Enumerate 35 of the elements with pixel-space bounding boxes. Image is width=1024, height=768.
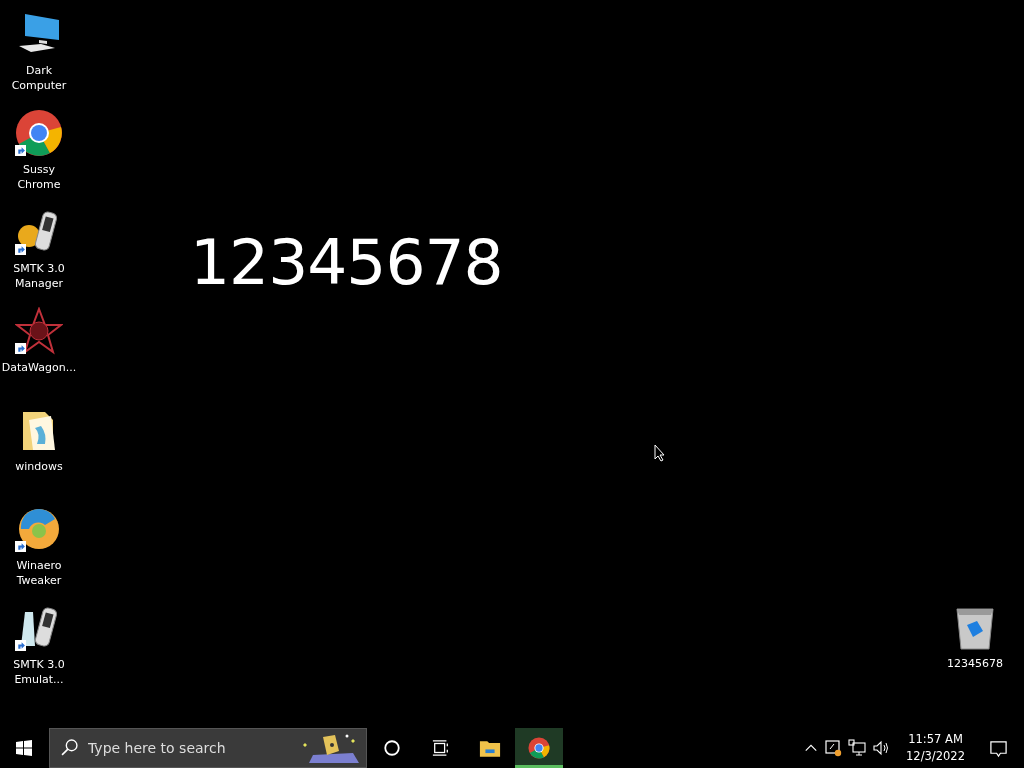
desktop-icon[interactable]: 12345678 xyxy=(936,603,1014,671)
monitor-badge-icon[interactable] xyxy=(824,739,843,757)
mouse-cursor-icon xyxy=(654,444,666,462)
desktop-icon[interactable]: SMTK 3.0 Manager xyxy=(0,208,78,307)
network-icon[interactable] xyxy=(848,739,867,757)
star-emblem-icon xyxy=(15,307,63,355)
notification-icon[interactable] xyxy=(989,738,1008,758)
desktop-icon[interactable]: Winaero Tweaker xyxy=(0,505,78,604)
taskbar-app-button[interactable] xyxy=(515,728,563,768)
desktop-text: 12345678 xyxy=(190,226,503,299)
desktop-icon[interactable]: DataWagon... xyxy=(0,307,78,406)
windows-logo-icon xyxy=(16,740,32,756)
browser-icon xyxy=(15,109,63,157)
icon-label: Winaero Tweaker xyxy=(15,558,63,588)
circle-icon xyxy=(383,739,401,757)
desktop-icon[interactable]: Dark Computer xyxy=(0,10,78,109)
folder-icon xyxy=(479,738,501,758)
clock-date: 12/3/2022 xyxy=(906,748,965,765)
icon-label: Dark Computer xyxy=(10,63,68,93)
search-field[interactable]: Type here to search xyxy=(49,728,367,768)
speaker-icon[interactable] xyxy=(872,739,891,757)
icon-label: DataWagon... xyxy=(1,360,77,375)
icon-label: Sussy Chrome xyxy=(16,162,62,192)
browser-icon xyxy=(528,737,550,759)
clock[interactable]: 11:57 AM 12/3/2022 xyxy=(906,731,965,765)
desktop-icon[interactable]: windows xyxy=(0,406,78,505)
desktop-icon[interactable]: Sussy Chrome xyxy=(0,109,78,208)
icon-label: 12345678 xyxy=(947,656,1003,671)
icon-label: SMTK 3.0 Emulat... xyxy=(12,657,66,687)
desktop-icon[interactable]: SMTK 3.0 Emulat... xyxy=(0,604,78,703)
clock-time: 11:57 AM xyxy=(908,731,963,748)
icon-label: SMTK 3.0 Manager xyxy=(12,261,66,291)
task-view-icon xyxy=(432,739,450,757)
search-icon xyxy=(61,739,78,756)
icon-label: windows xyxy=(15,459,63,474)
